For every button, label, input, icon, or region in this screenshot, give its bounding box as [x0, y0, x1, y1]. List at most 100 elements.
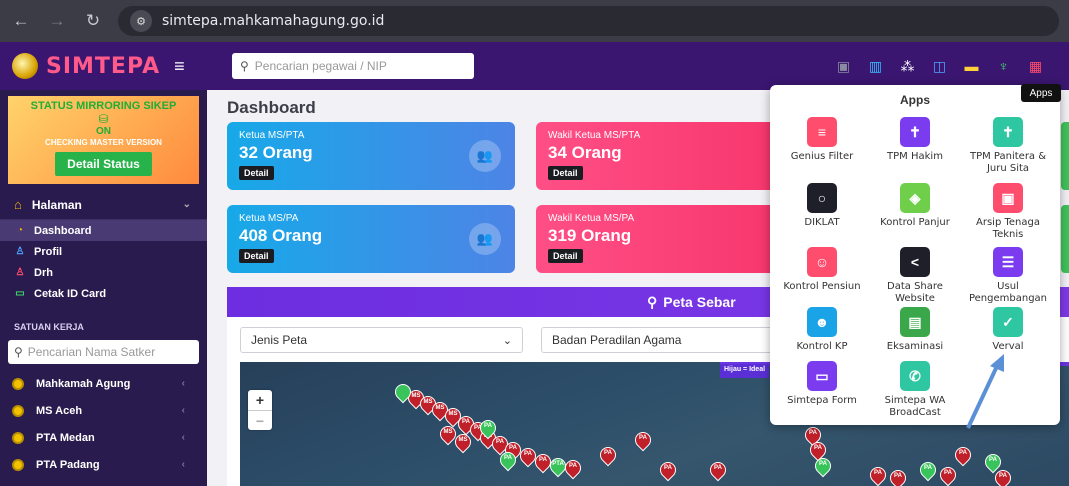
- layers-icon[interactable]: ▣: [830, 53, 857, 80]
- halaman-label: Halaman: [31, 197, 82, 212]
- org-chart-icon[interactable]: ⁂: [894, 53, 921, 80]
- app-simtepa-wa-broadcast[interactable]: ✆ Simtepa WA BroadCast: [869, 361, 961, 419]
- detail-button[interactable]: Detail: [239, 249, 274, 263]
- reload-icon[interactable]: ↻: [82, 11, 104, 31]
- status-state: ON: [96, 126, 111, 137]
- forward-icon[interactable]: →: [46, 11, 68, 31]
- app-label: DIKLAT: [804, 217, 840, 228]
- app-genius-filter[interactable]: ≡ Genius Filter: [776, 117, 868, 163]
- map-marker-icon[interactable]: PA: [916, 458, 940, 482]
- satker-search-input[interactable]: [27, 345, 188, 359]
- app-kontrol-kp[interactable]: ☻ Kontrol KP: [776, 307, 868, 353]
- home-icon: ⌂: [14, 197, 22, 212]
- map-marker-icon[interactable]: PA: [886, 466, 910, 486]
- satker-item[interactable]: PTA Medan ‹: [0, 424, 207, 451]
- map-marker-icon[interactable]: PA: [561, 456, 585, 480]
- jenis-peta-select[interactable]: Jenis Peta ⌄: [240, 327, 523, 353]
- page-title: Dashboard: [227, 98, 316, 117]
- app-kontrol-panjur[interactable]: ◈ Kontrol Panjur: [869, 183, 961, 229]
- share-icon: <: [900, 247, 930, 277]
- map-marker-icon[interactable]: MS: [436, 422, 460, 446]
- card-wakil-ketua-ms-pta: Wakil Ketua MS/PTA 34 Orang Detail: [536, 122, 776, 190]
- detail-button[interactable]: Detail: [548, 249, 583, 263]
- badan-peradilan-select[interactable]: Badan Peradilan Agama: [541, 327, 791, 353]
- detail-button[interactable]: Detail: [239, 166, 274, 180]
- status-mirroring-box: STATUS MIRRORING SIKEP ⛁ ON CHECKING MAS…: [8, 96, 199, 184]
- app-label: Simtepa WA BroadCast: [884, 395, 946, 418]
- map-marker-icon[interactable]: PA: [811, 454, 835, 478]
- card-value: 32 Orang: [239, 143, 313, 162]
- map-marker-icon[interactable]: PA: [936, 463, 960, 486]
- halaman-toggle[interactable]: ⌂ Halaman ⌄: [0, 190, 207, 220]
- map-marker-icon[interactable]: PA: [596, 443, 620, 467]
- map-marker-icon[interactable]: [391, 380, 415, 404]
- employee-search: ⚲: [232, 53, 474, 79]
- filter-icon: ≡: [807, 117, 837, 147]
- zoom-out-button[interactable]: −: [248, 410, 272, 430]
- user-chart-icon: ☻: [807, 307, 837, 337]
- satker-logo-icon: [12, 377, 24, 390]
- map-marker-icon[interactable]: PA: [531, 450, 555, 474]
- app-label: Genius Filter: [790, 151, 854, 162]
- map-marker-icon[interactable]: PA: [706, 458, 730, 482]
- sidebar-item-profil[interactable]: ♙ Profil: [0, 241, 207, 262]
- satker-item[interactable]: Mahkamah Agung ‹: [0, 370, 207, 397]
- chevron-down-icon: ⌄: [502, 334, 512, 347]
- apps-title: Apps: [900, 93, 930, 107]
- card-edge-green: [1061, 122, 1069, 190]
- sidebar-item-drh[interactable]: ♙ Drh: [0, 262, 207, 283]
- report-icon[interactable]: ◫: [926, 53, 953, 80]
- map-marker-icon[interactable]: MS: [451, 430, 475, 454]
- app-simtepa-form[interactable]: ▭ Simtepa Form: [776, 361, 868, 407]
- app-eksaminasi[interactable]: ▤ Eksaminasi: [869, 307, 961, 353]
- monitor-icon[interactable]: ▬: [958, 53, 985, 80]
- detail-status-button[interactable]: Detail Status: [55, 152, 152, 176]
- app-diklat[interactable]: ○ DIKLAT: [776, 183, 868, 229]
- target-icon: ◈: [900, 183, 930, 213]
- app-label: Usul Pengembangan: [968, 281, 1048, 304]
- card-ketua-ms-pa: Ketua MS/PA 408 Orang Detail 👥: [227, 205, 515, 273]
- map-marker-icon[interactable]: PA: [866, 463, 890, 486]
- map-marker-icon[interactable]: PA: [631, 428, 655, 452]
- sidebar-item-dashboard[interactable]: ◔ Dashboard: [0, 220, 207, 241]
- brand[interactable]: SIMTEPA ≡: [0, 42, 220, 90]
- app-data-share-website[interactable]: < Data Share Website: [869, 247, 961, 305]
- app-kontrol-pensiun[interactable]: ☺ Kontrol Pensiun: [776, 247, 868, 293]
- trophy-icon[interactable]: ♆: [990, 53, 1017, 80]
- zoom-in-button[interactable]: +: [248, 390, 272, 410]
- app-tpm-hakim[interactable]: ✝ TPM Hakim: [869, 117, 961, 163]
- map-marker-icon[interactable]: PA: [656, 458, 680, 482]
- satker-item[interactable]: PTA Pekanbaru‹: [0, 478, 207, 486]
- map-marker-icon[interactable]: PA: [951, 443, 975, 467]
- card-ketua-ms-pta: Ketua MS/PTA 32 Orang Detail 👥: [227, 122, 515, 190]
- header-icon-bar: ▣ ▥ ⁂ ◫ ▬ ♆ ▦: [825, 42, 1049, 90]
- satker-item[interactable]: MS Aceh ‹: [0, 397, 207, 424]
- app-label: Kontrol KP: [796, 341, 848, 352]
- detail-button[interactable]: Detail: [548, 166, 583, 180]
- site-settings-icon[interactable]: ⚙: [130, 10, 152, 32]
- app-arsip-tenaga-teknis[interactable]: ▣ Arsip Tenaga Teknis: [962, 183, 1054, 241]
- map-marker-icon[interactable]: PA: [516, 444, 540, 468]
- status-title: STATUS MIRRORING SIKEP: [30, 100, 177, 112]
- back-icon[interactable]: ←: [10, 11, 32, 31]
- app-usul-pengembangan[interactable]: ☰ Usul Pengembangan: [962, 247, 1054, 305]
- sidebar-item-label: Profil: [34, 245, 63, 258]
- satker-label: PTA Padang: [36, 458, 100, 471]
- app-verval[interactable]: ✓ Verval: [962, 307, 1054, 353]
- app-label: Data Share Website: [887, 281, 943, 304]
- app-label: Simtepa Form: [787, 395, 857, 406]
- app-tpm-panitera-juru-sita[interactable]: ✝ TPM Panitera & Juru Sita: [962, 117, 1054, 175]
- chevron-left-icon: ‹: [181, 405, 185, 416]
- columns-icon[interactable]: ▥: [862, 53, 889, 80]
- map-marker-icon[interactable]: PA: [476, 416, 500, 440]
- app-label: TPM Hakim: [887, 151, 943, 162]
- satker-item[interactable]: PTA Padang ‹: [0, 451, 207, 478]
- sidebar: STATUS MIRRORING SIKEP ⛁ ON CHECKING MAS…: [0, 90, 207, 486]
- address-bar[interactable]: ⚙ simtepa.mahkamahagung.go.id: [118, 6, 1059, 36]
- menu-toggle-icon[interactable]: ≡: [174, 56, 185, 77]
- map-marker-icon[interactable]: PA: [496, 448, 520, 472]
- sidebar-item-cetak-id-card[interactable]: ▭ Cetak ID Card: [0, 283, 207, 304]
- employee-search-input[interactable]: [254, 59, 455, 73]
- map-marker-icon[interactable]: PA: [991, 466, 1015, 486]
- apps-grid-icon[interactable]: ▦: [1022, 53, 1049, 80]
